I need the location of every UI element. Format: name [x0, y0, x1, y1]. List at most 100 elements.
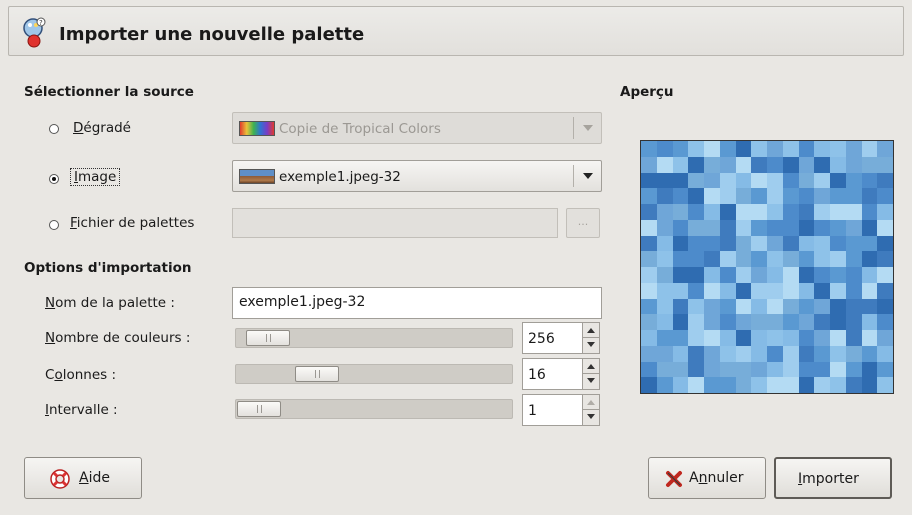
palette-swatch: [798, 267, 815, 283]
palette-swatch: [704, 314, 720, 330]
palette-swatch: [845, 298, 862, 315]
palette-swatch: [735, 377, 752, 393]
browse-button[interactable]: ...: [566, 208, 600, 238]
palette-swatch: [845, 204, 862, 220]
palette-swatch: [767, 282, 783, 299]
palette-swatch: [814, 361, 830, 378]
palette-file-radio[interactable]: [49, 220, 59, 230]
arrow-down-icon[interactable]: [587, 342, 595, 347]
palette-swatch: [798, 361, 815, 378]
palette-swatch: [672, 188, 689, 204]
image-radio-label-rest: mage: [77, 169, 117, 185]
palette-swatch: [861, 251, 878, 267]
spin-divider: [583, 373, 599, 374]
gradient-radio[interactable]: [49, 124, 59, 134]
columns-spinbox[interactable]: 16: [522, 358, 600, 390]
interval-spinbox[interactable]: 1: [522, 394, 600, 426]
image-radio-label[interactable]: Image: [70, 168, 121, 186]
palette-swatch: [688, 345, 704, 362]
interval-spin-buttons[interactable]: [582, 395, 599, 425]
palette-file-radio-label[interactable]: Fichier de palettes: [70, 215, 194, 231]
palette-swatch: [814, 330, 830, 346]
palette-swatch: [641, 314, 657, 330]
palette-swatch: [688, 377, 704, 393]
palette-swatch: [656, 298, 673, 315]
palette-file-entry[interactable]: [232, 208, 558, 238]
num-colors-spinbox[interactable]: 256: [522, 322, 600, 354]
num-colors-slider[interactable]: [235, 328, 513, 348]
arrow-down-icon[interactable]: [587, 414, 595, 419]
palette-swatch: [704, 377, 720, 393]
help-button-label-rest: ide: [88, 470, 110, 486]
num-colors-spin-buttons[interactable]: [582, 323, 599, 353]
palette-swatch: [672, 235, 689, 252]
palette-swatch: [845, 267, 862, 283]
cancel-button[interactable]: Annuler: [648, 457, 766, 499]
palette-swatch: [767, 235, 783, 252]
columns-spin-buttons[interactable]: [582, 359, 599, 389]
palette-swatch: [782, 219, 799, 236]
palette-name-input[interactable]: exemple1.jpeg-32: [232, 287, 602, 319]
palette-import-icon: ?: [23, 17, 46, 48]
image-radio[interactable]: [49, 174, 59, 184]
palette-swatch: [814, 345, 830, 362]
palette-swatch: [877, 330, 893, 346]
palette-swatch: [798, 156, 815, 173]
palette-swatch: [814, 298, 830, 315]
palette-swatch: [798, 204, 815, 220]
palette-swatch: [735, 267, 752, 283]
palette-swatch: [719, 330, 736, 346]
palette-swatch: [751, 282, 767, 299]
help-button[interactable]: Aide: [24, 457, 142, 499]
palette-swatch: [861, 235, 878, 252]
palette-swatch: [877, 188, 893, 204]
spin-divider: [583, 337, 599, 338]
spin-divider: [583, 409, 599, 410]
arrow-up-icon[interactable]: [587, 328, 595, 333]
palette-swatch: [672, 156, 689, 173]
palette-swatch: [656, 330, 673, 346]
gradient-combo-value: Copie de Tropical Colors: [279, 121, 441, 137]
palette-swatch: [782, 235, 799, 252]
palette-swatch: [814, 204, 830, 220]
import-button[interactable]: Importer: [774, 457, 892, 499]
num-colors-slider-handle[interactable]: [246, 330, 290, 346]
palette-swatch: [688, 156, 704, 173]
palette-swatch: [861, 156, 878, 173]
columns-slider[interactable]: [235, 364, 513, 384]
columns-slider-handle[interactable]: [295, 366, 339, 382]
palette-swatch: [641, 377, 657, 393]
palette-swatch: [735, 235, 752, 252]
gradient-radio-label[interactable]: Dégradé: [73, 120, 131, 136]
gradient-combo[interactable]: Copie de Tropical Colors: [232, 112, 602, 144]
palette-swatch: [641, 204, 657, 220]
palette-swatch: [751, 361, 767, 378]
palette-swatch: [830, 361, 846, 378]
palette-swatch: [782, 141, 799, 157]
palette-swatch: [688, 251, 704, 267]
arrow-up-icon[interactable]: [587, 364, 595, 369]
arrow-up-icon[interactable]: [587, 400, 595, 405]
image-combo[interactable]: exemple1.jpeg-32: [232, 160, 602, 192]
palette-swatch: [877, 282, 893, 299]
interval-slider[interactable]: [235, 399, 513, 419]
palette-swatch: [672, 314, 689, 330]
palette-swatch: [845, 282, 862, 299]
palette-swatch: [877, 204, 893, 220]
palette-swatch: [782, 267, 799, 283]
palette-swatch: [830, 172, 846, 189]
palette-swatch: [656, 204, 673, 220]
palette-name-label: Nom de la palette :: [45, 295, 175, 311]
palette-swatch: [861, 219, 878, 236]
chevron-down-icon: [583, 173, 593, 179]
palette-swatch: [688, 219, 704, 236]
palette-swatch: [672, 204, 689, 220]
palette-swatch: [751, 330, 767, 346]
palette-swatch: [845, 141, 862, 157]
palette-swatch: [782, 298, 799, 315]
import-button-label-rest: mporter: [802, 471, 859, 487]
interval-slider-handle[interactable]: [237, 401, 281, 417]
arrow-down-icon[interactable]: [587, 378, 595, 383]
palette-swatch: [735, 172, 752, 189]
palette-swatch: [688, 361, 704, 378]
